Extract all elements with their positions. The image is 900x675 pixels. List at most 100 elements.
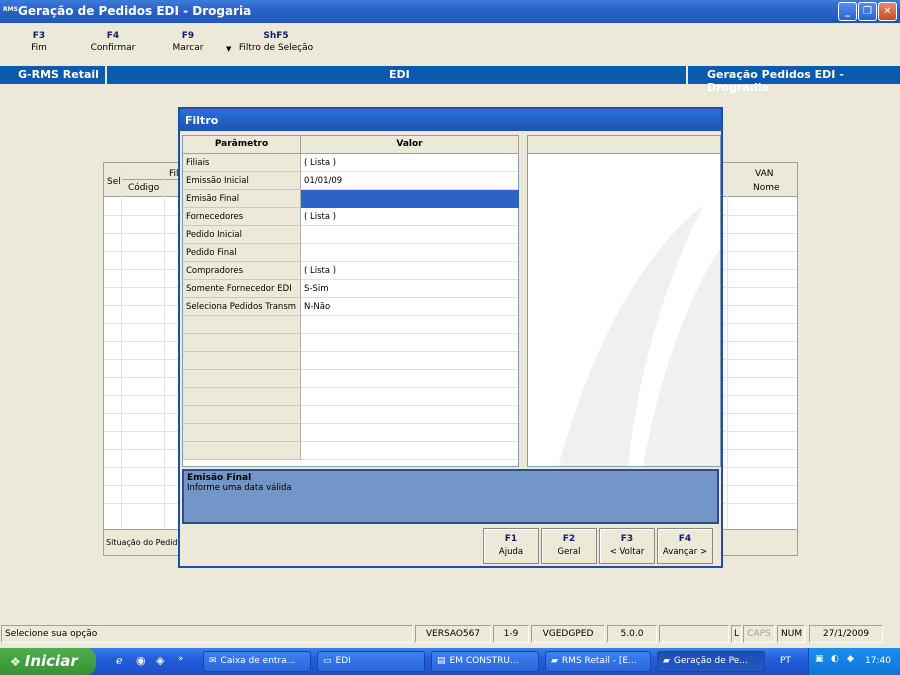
quicklaunch-more-icon[interactable]: »	[178, 654, 184, 664]
status-range: 1-9	[493, 625, 529, 643]
toolbar-key: F3	[32, 31, 46, 41]
status-num: NUM	[777, 625, 805, 643]
col-nome: Nome	[753, 183, 780, 193]
mail-icon: ✉	[209, 656, 217, 666]
toolbar-marcar-button[interactable]: F9 Marcar	[170, 31, 206, 53]
ie-icon[interactable]: ℯ	[116, 654, 123, 667]
parameter-value-input[interactable]	[301, 190, 519, 208]
network-icon[interactable]: ▣	[815, 654, 824, 664]
empty-row	[183, 388, 518, 406]
parameter-value[interactable]: ( Lista )	[301, 208, 519, 226]
help-button[interactable]: F1 Ajuda	[483, 528, 539, 564]
start-label: Iniciar	[24, 652, 78, 670]
toolbar-label: Filtro de Seleção	[238, 43, 314, 53]
help-panel: Emisão Final Informe uma data válida	[182, 469, 719, 524]
minimize-button[interactable]: _	[838, 2, 857, 21]
empty-cell	[183, 442, 301, 460]
toolbar-label: Confirmar	[90, 43, 136, 53]
parameter-row[interactable]: Emissão Inicial 01/01/09	[183, 172, 518, 190]
volume-icon[interactable]: ◐	[831, 654, 839, 664]
filter-dialog: Filtro Parâmetro Valor Filiais ( Lista )…	[178, 107, 723, 568]
dialog-title: Filtro	[180, 109, 721, 131]
parameter-row[interactable]: Somente Fornecedor EDI S-Sim	[183, 280, 518, 298]
task-edi[interactable]: ▭ EDI	[317, 651, 425, 672]
col-van: VAN	[755, 169, 774, 179]
task-em-construcao[interactable]: ▤ EM CONSTRU...	[431, 651, 539, 672]
parameter-value[interactable]: ( Lista )	[301, 262, 519, 280]
parameter-table: Parâmetro Valor Filiais ( Lista ) Emissã…	[182, 135, 519, 467]
header-divider	[122, 179, 182, 180]
status-message: Selecione sua opção	[1, 625, 413, 643]
status-empty	[659, 625, 729, 643]
back-button[interactable]: F3 < Voltar	[599, 528, 655, 564]
status-build: 5.0.0	[607, 625, 657, 643]
band-divider	[105, 66, 107, 84]
toolbar-label: Marcar	[172, 43, 204, 53]
toolbar-fim-button[interactable]: F3 Fim	[28, 31, 50, 53]
task-rms-retail[interactable]: ▰ RMS Retail - [E...	[545, 651, 651, 672]
start-button[interactable]: ❖ Iniciar	[0, 648, 96, 675]
media-icon[interactable]: ◈	[156, 654, 164, 667]
next-button[interactable]: F4 Avançar >	[657, 528, 713, 564]
col-codigo: Código	[128, 183, 160, 193]
header-band: G-RMS Retail EDI Geração Pedidos EDI - D…	[0, 66, 900, 94]
parameter-row[interactable]: Fornecedores ( Lista )	[183, 208, 518, 226]
folder-icon: ▭	[323, 656, 332, 666]
toolbar-key: ShF5	[263, 31, 289, 41]
button-label: Geral	[557, 547, 581, 557]
empty-cell	[183, 316, 301, 334]
help-title: Emisão Final	[187, 473, 252, 483]
parameter-row-selected[interactable]: Emisão Final	[183, 190, 519, 208]
restore-button[interactable]: ❐	[858, 2, 877, 21]
button-key: F3	[620, 534, 634, 544]
toolbar-filtro-button[interactable]: ▼ ShF5 Filtro de Seleção	[226, 31, 314, 53]
status-bar: Selecione sua opção VERSAO567 1-9 VGEDGP…	[0, 623, 900, 645]
app-icon: RMS	[3, 6, 18, 13]
empty-cell	[183, 424, 301, 442]
status-l: L	[731, 625, 742, 643]
task-label: Caixa de entra...	[220, 656, 296, 666]
parameter-name: Pedido Final	[183, 244, 301, 262]
browser-icon[interactable]: ◉	[136, 654, 146, 667]
button-key: F2	[562, 534, 576, 544]
task-label: EDI	[335, 656, 351, 666]
parameter-name: Emissão Inicial	[183, 172, 301, 190]
clock[interactable]: 17:40	[865, 656, 891, 666]
general-button[interactable]: F2 Geral	[541, 528, 597, 564]
toolbar-confirmar-button[interactable]: F4 Confirmar	[88, 31, 138, 53]
button-label: Ajuda	[498, 547, 524, 557]
parameter-row[interactable]: Filiais ( Lista )	[183, 154, 518, 172]
task-caixa-entrada[interactable]: ✉ Caixa de entra...	[203, 651, 311, 672]
parameter-value[interactable]: 01/01/09	[301, 172, 519, 190]
tray-app-icon[interactable]: ◆	[847, 654, 854, 664]
empty-cell	[183, 406, 301, 424]
parameter-value[interactable]: N-Não	[301, 298, 519, 316]
empty-cell	[183, 370, 301, 388]
task-label: EM CONSTRU...	[449, 656, 519, 666]
task-geracao-pedidos[interactable]: ▰ Geração de Pe...	[657, 651, 765, 672]
table-scrollbar[interactable]	[520, 135, 526, 467]
language-indicator[interactable]: PT	[780, 656, 791, 666]
band-divider	[686, 66, 688, 84]
parameter-value[interactable]	[301, 244, 519, 262]
button-key: F1	[504, 534, 518, 544]
rms-app-icon: ▰	[663, 656, 670, 666]
window-title-bar: RMS Geração de Pedidos EDI - Drogaria _ …	[0, 0, 900, 23]
task-label: Geração de Pe...	[673, 656, 748, 666]
parameter-name: Emisão Final	[183, 190, 301, 208]
parameter-row[interactable]: Seleciona Pedidos Transm N-Não	[183, 298, 518, 316]
status-caps: CAPS	[743, 625, 775, 643]
empty-row	[183, 316, 518, 334]
order-status-label: Situação do Pedido :	[106, 538, 188, 547]
parameter-value[interactable]: S-Sim	[301, 280, 519, 298]
parameter-value[interactable]	[301, 226, 519, 244]
parameter-row[interactable]: Pedido Inicial	[183, 226, 518, 244]
parameter-row[interactable]: Compradores ( Lista )	[183, 262, 518, 280]
button-label: < Voltar	[609, 547, 645, 557]
help-text: Informe uma data válida	[187, 483, 292, 493]
parameter-row[interactable]: Pedido Final	[183, 244, 518, 262]
parameter-value[interactable]: ( Lista )	[301, 154, 519, 172]
button-key: F4	[678, 534, 692, 544]
close-button[interactable]: ✕	[878, 2, 897, 21]
parameter-name: Somente Fornecedor EDI	[183, 280, 301, 298]
